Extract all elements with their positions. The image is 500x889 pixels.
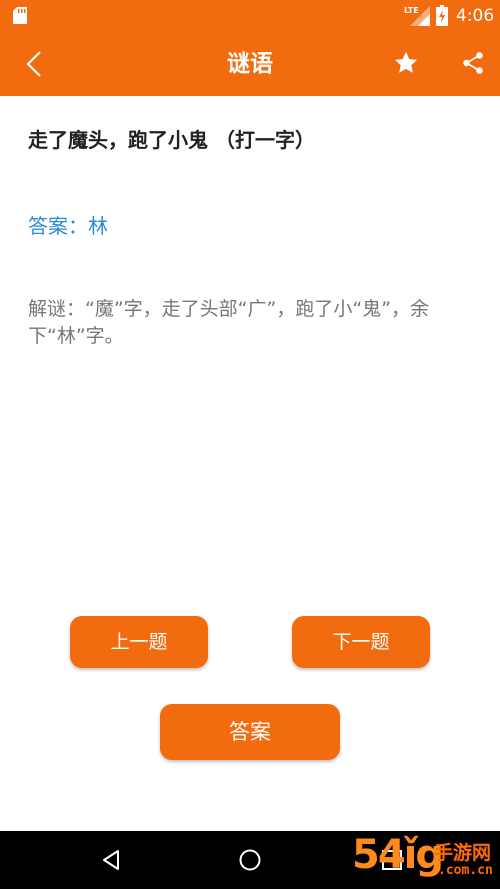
nav-home-icon[interactable] [238,848,262,872]
next-question-button[interactable]: 下一题 [292,616,430,668]
site-watermark: 54ǐg 手游网 .com.cn [352,830,500,889]
sd-card-icon [13,7,27,24]
star-icon[interactable] [392,49,420,77]
show-answer-button[interactable]: 答案 [160,704,340,760]
share-icon[interactable] [460,49,486,77]
page-title: 谜语 [227,51,273,77]
previous-question-button[interactable]: 上一题 [70,616,208,668]
riddle-explanation: 解谜：“魔”字，走了头部“广”，跑了小“鬼”，余下“林”字。 [28,298,430,347]
battery-charging-icon [436,5,448,26]
riddle-question: 走了魔头，跑了小鬼 （打一字） [28,128,315,152]
lte-signal-icon: LTE [404,6,430,26]
status-time: 4:06 [456,6,495,26]
app-bar: 谜语 [0,32,500,96]
network-type: LTE [404,6,419,15]
riddle-answer: 答案：林 [28,214,108,238]
nav-back-icon[interactable] [99,848,123,872]
watermark-logo: 54ǐg [352,832,444,878]
watermark-site-name: 手游网 [434,842,492,864]
watermark-domain: .com.cn [438,863,493,878]
status-bar: LTE 4:06 [0,0,500,32]
back-arrow-icon[interactable] [18,48,50,80]
